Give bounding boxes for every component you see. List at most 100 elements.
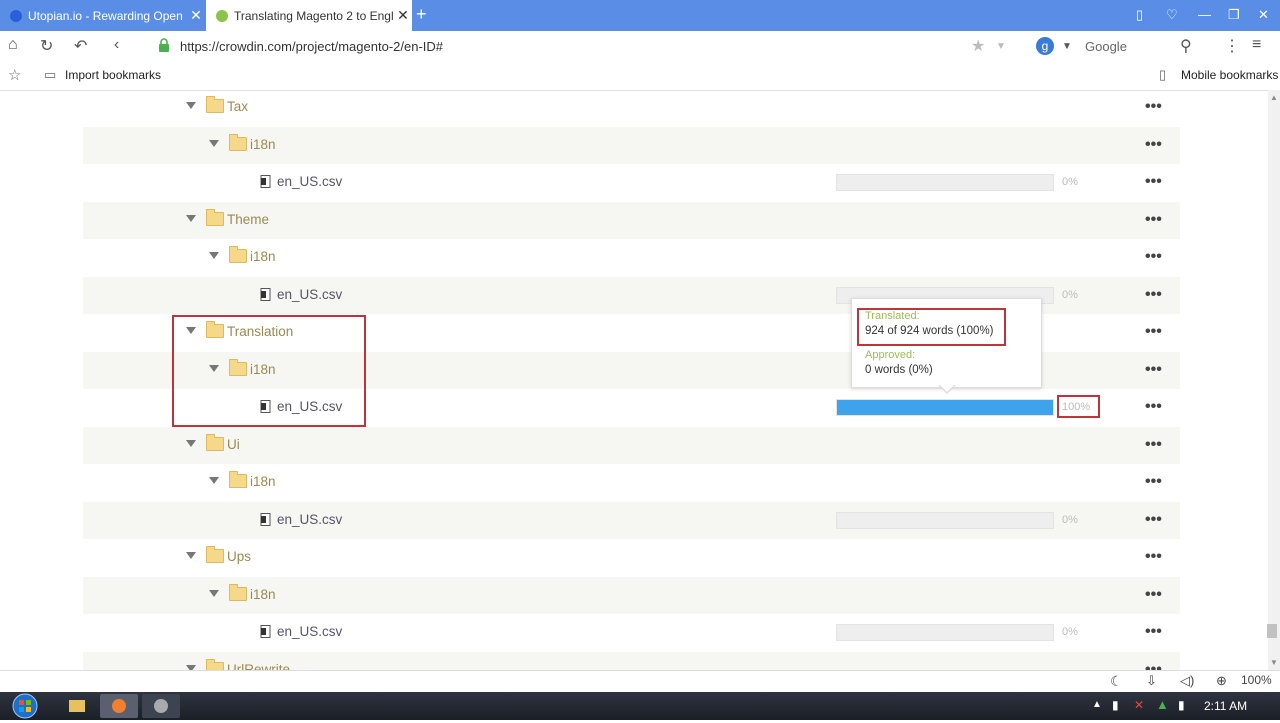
expand-arrow-icon[interactable] — [186, 552, 196, 559]
folder-row[interactable]: Tax ••• — [83, 90, 1180, 126]
folder-name[interactable]: Theme — [227, 212, 269, 227]
minimize-icon[interactable]: — — [1198, 7, 1211, 22]
row-menu-icon[interactable]: ••• — [1145, 586, 1162, 604]
restore-icon[interactable]: ❐ — [1228, 7, 1240, 23]
sidebar-toggle-icon[interactable]: ▯ — [1136, 7, 1143, 23]
row-menu-icon[interactable]: ••• — [1145, 211, 1162, 229]
menu-dots-icon[interactable]: ⋮ — [1224, 36, 1240, 56]
progress-percent: 0% — [1062, 513, 1078, 526]
file-name[interactable]: en_US.csv — [277, 174, 342, 189]
translation-progress-bar[interactable] — [836, 399, 1054, 416]
row-menu-icon[interactable]: ••• — [1145, 473, 1162, 491]
folder-name[interactable]: Tax — [227, 99, 248, 114]
tray-expand-icon[interactable]: ▲ — [1092, 699, 1102, 710]
row-menu-icon[interactable]: ••• — [1145, 286, 1162, 304]
app-taskbar-icon[interactable] — [142, 694, 180, 718]
expand-arrow-icon[interactable] — [186, 214, 196, 222]
scrollbar[interactable] — [1268, 90, 1280, 670]
folder-name[interactable]: i18n — [250, 249, 276, 264]
folder-row[interactable]: Ups ••• — [83, 539, 1180, 576]
folder-row[interactable]: i18n ••• — [83, 576, 1180, 614]
folder-name[interactable]: i18n — [250, 137, 276, 152]
folder-icon — [206, 208, 224, 226]
row-menu-icon[interactable]: ••• — [1145, 136, 1162, 154]
network-tray-icon[interactable]: ▮ — [1178, 698, 1185, 712]
row-menu-icon[interactable]: ••• — [1145, 623, 1162, 641]
search-icon[interactable]: ⚲ — [1180, 36, 1192, 56]
row-menu-icon[interactable]: ••• — [1145, 548, 1162, 566]
download-icon[interactable]: ⇩ — [1146, 673, 1157, 689]
row-menu-icon[interactable]: ••• — [1145, 361, 1162, 379]
folder-row[interactable]: i18n ••• — [83, 126, 1180, 164]
scroll-up-icon[interactable]: ▲ — [1270, 93, 1278, 102]
folder-row[interactable]: Ui ••• — [83, 426, 1180, 464]
hamburger-menu-icon[interactable]: ≡ — [1252, 36, 1261, 54]
scrollbar-thumb[interactable] — [1267, 624, 1277, 638]
taskbar-clock[interactable]: 2:11 AM — [1204, 699, 1247, 713]
star-icon[interactable]: ☆ — [8, 66, 21, 84]
row-menu-icon[interactable]: ••• — [1145, 436, 1162, 454]
row-menu-icon[interactable]: ••• — [1145, 511, 1162, 529]
folder-name[interactable]: i18n — [250, 474, 276, 489]
tab-crowdin[interactable]: Translating Magento 2 to Engl ✕ — [206, 0, 412, 31]
volume-muted-tray-icon[interactable]: ✕ — [1134, 698, 1144, 712]
reload-icon[interactable]: ↻ — [40, 36, 53, 56]
browser-taskbar-icon[interactable] — [100, 694, 138, 718]
folder-row[interactable]: i18n ••• — [83, 239, 1180, 276]
row-menu-icon[interactable]: ••• — [1145, 323, 1162, 341]
device-tray-icon[interactable]: ▮ — [1112, 698, 1119, 712]
close-tab-icon[interactable]: ✕ — [187, 7, 205, 24]
tab-utopian[interactable]: Utopian.io - Rewarding Open ✕ — [0, 0, 205, 31]
bookmark-star-icon[interactable]: ★ — [971, 36, 985, 56]
translation-progress-bar[interactable] — [836, 624, 1054, 641]
row-menu-icon[interactable]: ••• — [1145, 248, 1162, 266]
expand-arrow-icon[interactable] — [186, 439, 196, 447]
file-name[interactable]: en_US.csv — [277, 624, 342, 639]
row-menu-icon[interactable]: ••• — [1145, 173, 1162, 191]
file-row[interactable]: en_US.csv 0% ••• — [83, 501, 1180, 539]
row-menu-icon[interactable]: ••• — [1145, 98, 1162, 116]
skin-icon[interactable]: ♡ — [1166, 7, 1178, 23]
folder-name[interactable]: i18n — [250, 587, 276, 602]
search-engine-dropdown-icon[interactable]: ▼ — [1062, 41, 1072, 52]
close-window-icon[interactable]: ✕ — [1258, 7, 1269, 23]
file-row[interactable]: en_US.csv 0% ••• — [83, 614, 1180, 651]
folder-icon — [229, 583, 247, 601]
expand-arrow-icon[interactable] — [209, 252, 219, 259]
file-name[interactable]: en_US.csv — [277, 287, 342, 302]
expand-arrow-icon[interactable] — [186, 102, 196, 109]
import-bookmarks-link[interactable]: Import bookmarks — [65, 68, 161, 82]
close-tab-icon[interactable]: ✕ — [394, 7, 412, 24]
translation-progress-bar[interactable] — [836, 174, 1054, 191]
zoom-level[interactable]: 100% — [1241, 673, 1272, 687]
folder-row[interactable]: i18n ••• — [83, 464, 1180, 501]
chevron-down-icon[interactable]: ▼ — [996, 41, 1006, 52]
folder-row[interactable]: Theme ••• — [83, 201, 1180, 239]
address-bar[interactable]: https://crowdin.com/project/magento-2/en… — [180, 39, 443, 54]
app-tray-icon[interactable]: ▲ — [1156, 697, 1169, 712]
scroll-down-icon[interactable]: ▼ — [1270, 658, 1278, 667]
mobile-icon: ▯ — [1159, 67, 1167, 82]
home-icon[interactable]: ⌂ — [8, 36, 18, 54]
folder-name[interactable]: Ups — [227, 549, 251, 564]
translation-progress-bar[interactable] — [836, 511, 1054, 529]
expand-arrow-icon[interactable] — [209, 589, 219, 597]
progress-percent: 0% — [1062, 176, 1078, 188]
zoom-icon[interactable]: ⊕ — [1216, 673, 1227, 689]
folder-row[interactable]: UrlRewrite ••• — [83, 651, 1180, 672]
sound-icon[interactable]: ◁) — [1180, 673, 1194, 689]
folder-name[interactable]: Ui — [227, 437, 240, 452]
expand-arrow-icon[interactable] — [209, 477, 219, 484]
back-icon[interactable]: ‹ — [114, 36, 119, 54]
search-input[interactable]: Google — [1085, 39, 1127, 54]
file-name[interactable]: en_US.csv — [277, 512, 342, 527]
explorer-taskbar-icon[interactable] — [58, 694, 96, 718]
expand-arrow-icon[interactable] — [209, 139, 219, 147]
row-menu-icon[interactable]: ••• — [1145, 398, 1162, 416]
file-row[interactable]: en_US.csv 0% ••• — [83, 164, 1180, 201]
new-tab-icon[interactable]: + — [416, 4, 427, 25]
undo-close-icon[interactable]: ↶ — [74, 36, 87, 56]
mobile-bookmarks-link[interactable]: Mobile bookmarks — [1181, 68, 1278, 82]
start-button-icon[interactable] — [8, 692, 42, 720]
night-mode-icon[interactable]: ☾ — [1110, 673, 1123, 690]
